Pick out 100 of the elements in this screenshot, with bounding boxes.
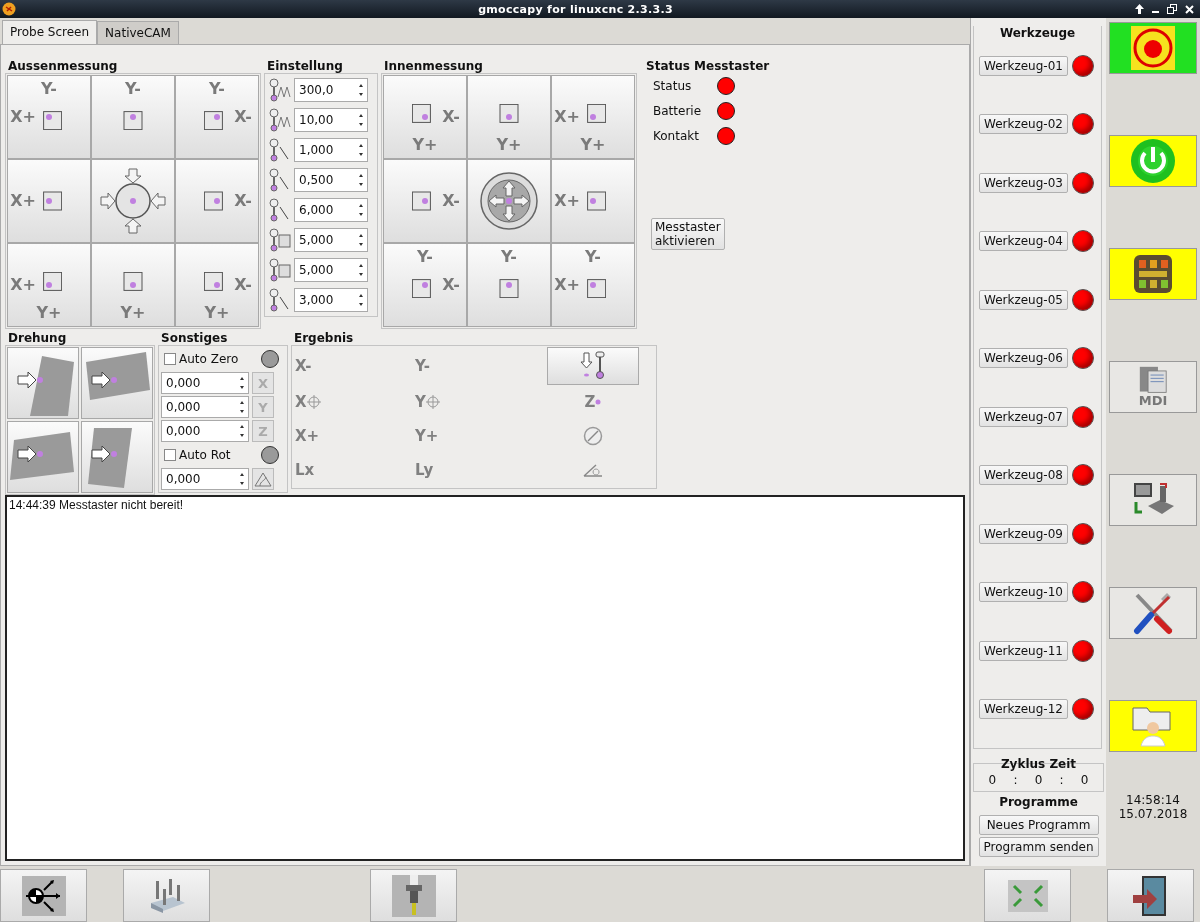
axis-label: X+ <box>554 108 580 126</box>
side-button[interactable] <box>1109 22 1197 74</box>
tab[interactable]: Probe Screen <box>2 20 98 44</box>
number-field[interactable]: 0,000 <box>161 468 249 490</box>
probe-button[interactable] <box>91 159 175 243</box>
rotation-probe-button[interactable] <box>81 421 153 493</box>
checkbox[interactable] <box>164 353 176 365</box>
tool-button[interactable]: Werkzeug-11 <box>979 640 1068 661</box>
number-field[interactable]: 5,000 <box>294 228 368 252</box>
program-button[interactable]: Programm senden <box>978 837 1099 857</box>
probe-button[interactable]: Y- <box>91 75 175 159</box>
probe-height-button[interactable] <box>547 347 639 385</box>
tool-button[interactable]: Werkzeug-04 <box>979 231 1068 251</box>
result-label: Z <box>584 393 596 411</box>
spin-arrows-icon[interactable] <box>358 173 364 187</box>
probe-down-icon <box>578 351 608 381</box>
side-button[interactable]: MDI <box>1109 361 1197 413</box>
section-title: Sonstiges <box>160 331 229 345</box>
bottom-button[interactable] <box>0 869 87 922</box>
probe-button[interactable] <box>467 159 551 243</box>
result-label: Lx <box>295 461 315 479</box>
probe-button[interactable]: X+ Y+ <box>551 75 635 159</box>
number-field[interactable]: 6,000 <box>294 198 368 222</box>
result-label: X <box>295 393 307 411</box>
spin-arrows-icon[interactable] <box>358 143 364 157</box>
log-message: 14:44:39 Messtaster nicht bereit! <box>9 498 185 512</box>
tool-button[interactable]: Werkzeug-06 <box>979 348 1068 368</box>
number-field[interactable]: 3,000 <box>294 288 368 312</box>
rotation-probe-button[interactable] <box>7 347 79 419</box>
diameter-icon <box>583 426 603 446</box>
side-button[interactable] <box>1109 248 1197 300</box>
checkbox[interactable] <box>164 449 176 461</box>
tool-button[interactable]: Werkzeug-10 <box>979 582 1068 602</box>
jog-pad-icon <box>1133 254 1173 294</box>
probe-button[interactable]: X+ <box>551 159 635 243</box>
checkbox-label: Auto Zero <box>179 352 240 366</box>
spin-arrows-icon[interactable] <box>358 83 364 97</box>
tool-button[interactable]: Werkzeug-08 <box>979 465 1068 485</box>
spin-arrows-icon[interactable] <box>239 424 245 438</box>
tab[interactable]: NativeCAM <box>97 21 179 44</box>
rotation-probe-button[interactable] <box>81 347 153 419</box>
result-label: Y+ <box>415 427 439 445</box>
bottom-button[interactable] <box>1107 869 1194 922</box>
probe-button[interactable]: X- Y+ <box>383 75 467 159</box>
probe-icon <box>266 77 292 103</box>
probe-button[interactable]: Y- <box>467 243 551 327</box>
side-button[interactable] <box>1109 587 1197 639</box>
probe-button[interactable]: X+ <box>7 159 91 243</box>
spin-arrows-icon[interactable] <box>358 293 364 307</box>
number-field[interactable]: 10,00 <box>294 108 368 132</box>
spin-arrows-icon[interactable] <box>239 376 245 390</box>
tool-button[interactable]: Werkzeug-07 <box>979 406 1068 427</box>
number-field[interactable]: 0,000 <box>161 420 249 442</box>
section-title: Programme <box>999 795 1078 809</box>
tool-button[interactable]: Werkzeug-03 <box>979 172 1068 193</box>
spin-arrows-icon[interactable] <box>358 203 364 217</box>
probe-button[interactable]: X- <box>175 159 259 243</box>
number-field[interactable]: 0,000 <box>161 396 249 418</box>
close-icon[interactable] <box>1185 4 1194 14</box>
probe-button[interactable]: Y- X- <box>383 243 467 327</box>
spin-arrows-icon[interactable] <box>358 263 364 277</box>
rotate-button[interactable] <box>252 468 274 490</box>
probe-button[interactable]: X+ Y+ <box>7 243 91 327</box>
time-part: 0 <box>1034 773 1043 787</box>
axis-label: X+ <box>554 192 580 210</box>
spin-arrows-icon[interactable] <box>239 472 245 486</box>
probe-icon <box>266 257 292 283</box>
axis-label: Y+ <box>412 136 438 154</box>
probe-button[interactable]: X- <box>383 159 467 243</box>
probe-button[interactable]: Y- X- <box>175 75 259 159</box>
tool-button[interactable]: Werkzeug-09 <box>979 523 1068 544</box>
number-field[interactable]: 5,000 <box>294 258 368 282</box>
number-field[interactable]: 300,0 <box>294 78 368 102</box>
bottom-button[interactable] <box>370 869 457 922</box>
section-title: Zyklus Zeit <box>999 757 1078 771</box>
program-button[interactable]: Neues Programm <box>978 815 1099 835</box>
probe-button[interactable]: Y- X+ <box>551 243 635 327</box>
status-label: Kontakt <box>653 128 700 143</box>
activate-probe-button[interactable]: Messtaster aktivieren <box>651 218 725 250</box>
tool-button[interactable]: Werkzeug-02 <box>979 114 1068 134</box>
axis-label: X- <box>234 108 252 126</box>
tool-button[interactable]: Werkzeug-01 <box>979 55 1068 76</box>
axis-label: X- <box>442 192 460 210</box>
section-title: Aussenmessung <box>7 59 119 73</box>
probe-button[interactable]: X- Y+ <box>175 243 259 327</box>
spin-arrows-icon[interactable] <box>239 400 245 414</box>
number-field[interactable]: 0,500 <box>294 168 368 192</box>
time-part: : <box>1013 773 1018 787</box>
number-field[interactable]: 1,000 <box>294 138 368 162</box>
restore-icon[interactable] <box>1167 4 1177 14</box>
rotation-probe-button[interactable] <box>7 421 79 493</box>
probe-button[interactable]: Y- X+ <box>7 75 91 159</box>
result-label: Y- <box>415 357 430 375</box>
tool-button[interactable]: Werkzeug-05 <box>979 289 1068 310</box>
number-field[interactable]: 0,000 <box>161 372 249 394</box>
spin-arrows-icon[interactable] <box>358 233 364 247</box>
side-button[interactable] <box>1109 474 1197 526</box>
tool-button[interactable]: Werkzeug-12 <box>979 699 1068 719</box>
axis-label: Y+ <box>204 304 230 322</box>
spin-arrows-icon[interactable] <box>358 113 364 127</box>
